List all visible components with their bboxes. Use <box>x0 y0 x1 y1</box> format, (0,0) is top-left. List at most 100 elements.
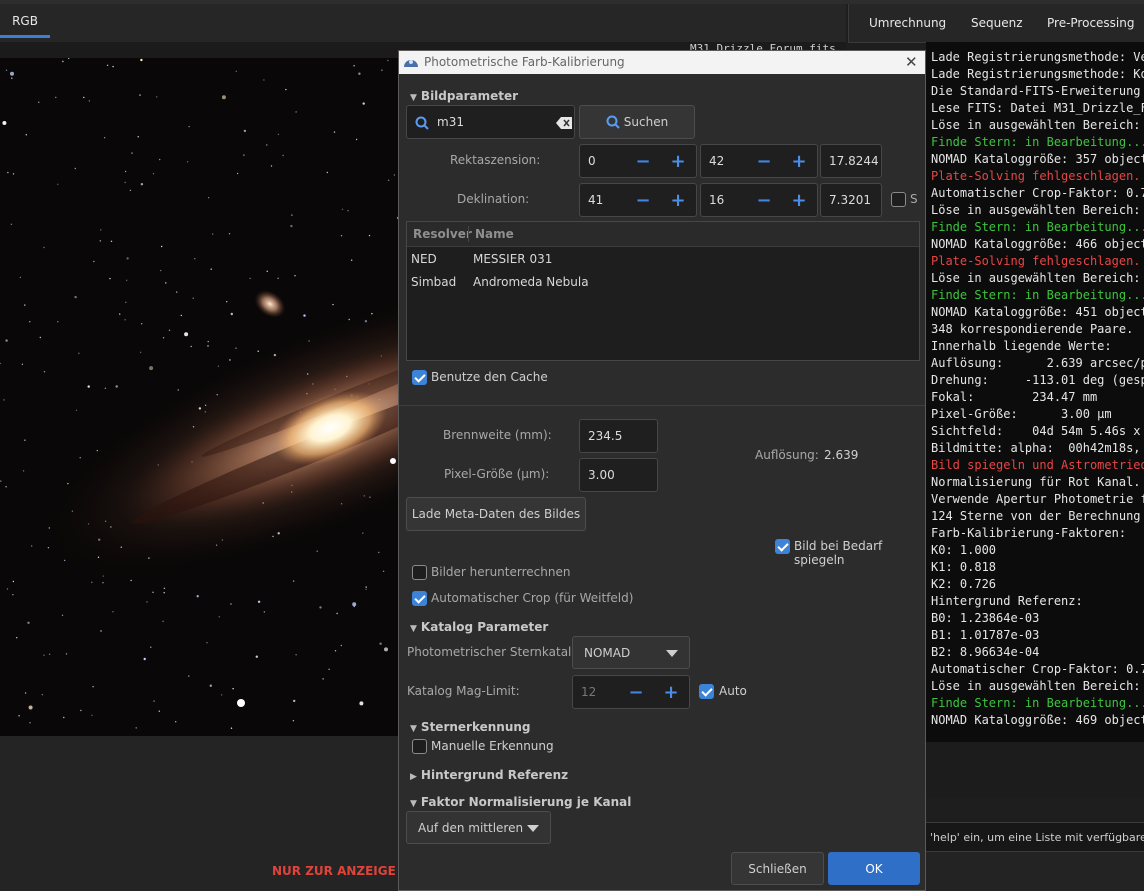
manual-detection-checkbox[interactable] <box>412 739 427 754</box>
dec-degrees-value: 41 <box>588 193 604 207</box>
search-button[interactable]: Suchen <box>579 105 695 139</box>
star <box>162 620 164 622</box>
name-cell: Andromeda Nebula <box>473 275 589 289</box>
minus-icon[interactable]: − <box>628 144 658 178</box>
star <box>368 234 371 237</box>
star <box>362 102 365 105</box>
section-catalog-label: Katalog Parameter <box>420 620 549 634</box>
mag-limit-spinbox[interactable]: 12 − + <box>572 675 690 709</box>
minus-icon[interactable]: − <box>628 183 658 217</box>
ra-hours-spinbox[interactable]: 0 − + <box>579 144 697 178</box>
star-catalog-select[interactable]: NOMAD <box>572 636 690 669</box>
minus-icon[interactable]: − <box>749 144 779 178</box>
log-console[interactable]: Lade Registrierungsmethode: Ver Lade Regi… <box>926 42 1144 742</box>
pixel-size-value: 3.00 <box>588 468 615 482</box>
star <box>2 121 7 125</box>
table-row[interactable]: Simbad Andromeda Nebula <box>407 272 919 294</box>
flip-image-checkbox[interactable] <box>775 539 790 554</box>
star <box>28 705 33 710</box>
section-star-detection[interactable]: ▼ Sternerkennung <box>410 720 531 734</box>
dialog-title: Photometrische Farb-Kalibrierung <box>424 55 625 69</box>
star <box>221 95 226 100</box>
star <box>130 579 132 582</box>
resolver-cell: NED <box>411 252 437 266</box>
plus-icon[interactable]: + <box>784 144 814 178</box>
name-cell: MESSIER 031 <box>473 252 553 266</box>
downscale-checkbox[interactable] <box>412 565 427 580</box>
console-line: 124 Sterne von der Berechnung a <box>931 509 1144 523</box>
section-background-reference[interactable]: ▶ Hintergrund Referenz <box>410 768 568 782</box>
star <box>192 297 194 299</box>
auto-mag-checkbox[interactable] <box>699 684 714 699</box>
star-catalog-value: NOMAD <box>584 645 631 660</box>
command-input[interactable]: 'help' ein, um eine Liste mit verfügbare… <box>926 822 1144 852</box>
star <box>277 133 280 136</box>
dialog-titlebar: Photometrische Farb-Kalibrierung ✕ <box>399 51 925 74</box>
star <box>384 647 388 652</box>
search-input[interactable]: m31 <box>406 105 575 139</box>
star <box>115 385 118 388</box>
close-icon[interactable]: ✕ <box>905 53 918 71</box>
resolver-table[interactable]: Resolver Name NED MESSIER 031 Simbad And… <box>406 221 920 361</box>
section-normalization[interactable]: ▼ Faktor Normalisierung je Kanal <box>410 795 631 809</box>
pixel-size-field[interactable]: 3.00 <box>579 458 658 492</box>
ra-hours-value: 0 <box>588 154 596 168</box>
minus-icon[interactable]: − <box>749 183 779 217</box>
normalization-select[interactable]: Auf den mittleren <box>406 811 551 844</box>
plus-icon[interactable]: + <box>663 144 693 178</box>
star <box>303 314 306 317</box>
ra-seconds-field[interactable]: 17.8244 <box>820 144 882 178</box>
star <box>209 684 212 687</box>
south-checkbox[interactable] <box>891 192 906 207</box>
tab-sequenz[interactable]: Sequenz <box>971 4 1023 42</box>
focal-length-field[interactable]: 234.5 <box>579 419 658 453</box>
console-line: B2: 8.96634e-04 <box>931 645 1040 659</box>
column-header-name[interactable]: Name <box>475 227 514 241</box>
minus-icon[interactable]: − <box>621 675 651 709</box>
console-line: K0: 1.000 <box>931 543 997 557</box>
star <box>355 138 358 141</box>
star <box>175 721 177 723</box>
table-row[interactable]: NED MESSIER 031 <box>407 249 919 271</box>
star <box>226 301 228 303</box>
star <box>332 303 334 306</box>
star <box>106 64 109 66</box>
column-header-resolver[interactable]: Resolver <box>413 227 472 241</box>
star <box>243 154 245 156</box>
clear-icon[interactable] <box>556 117 572 129</box>
tab-umrechnung[interactable]: Umrechnung <box>869 4 946 42</box>
load-metadata-button[interactable]: Lade Meta-Daten des Bildes <box>406 497 586 531</box>
star <box>257 600 261 603</box>
ok-button[interactable]: OK <box>828 852 920 885</box>
star <box>139 351 142 353</box>
autocrop-checkbox[interactable] <box>412 591 427 606</box>
tab-pre-processing[interactable]: Pre-Processing <box>1047 4 1135 42</box>
dec-seconds-field[interactable]: 7.3201 <box>820 183 882 217</box>
use-cache-checkbox[interactable] <box>412 370 427 385</box>
south-label: S <box>910 192 918 206</box>
star <box>176 291 178 293</box>
star <box>316 550 318 552</box>
console-line: Löse in ausgewählten Bereich: 7 <box>931 203 1144 217</box>
star <box>266 144 268 146</box>
section-bildparameter[interactable]: ▼ Bildparameter <box>410 89 518 103</box>
dec-degrees-spinbox[interactable]: 41 − + <box>579 183 697 217</box>
tab-rgb[interactable]: RGB <box>0 4 50 38</box>
star <box>119 313 121 315</box>
section-catalog[interactable]: ▼ Katalog Parameter <box>410 620 548 634</box>
star <box>365 586 367 588</box>
star <box>162 337 165 339</box>
star <box>235 70 237 72</box>
console-line: Finde Stern: in Bearbeitung... <box>931 135 1144 149</box>
plus-icon[interactable]: + <box>656 675 686 709</box>
close-button[interactable]: Schließen <box>731 852 824 885</box>
star <box>5 69 8 71</box>
star <box>340 235 343 237</box>
plus-icon[interactable]: + <box>663 183 693 217</box>
ra-minutes-spinbox[interactable]: 42 − + <box>700 144 818 178</box>
star <box>393 174 396 176</box>
dec-minutes-spinbox[interactable]: 16 − + <box>700 183 818 217</box>
plus-icon[interactable]: + <box>784 183 814 217</box>
star <box>104 387 107 389</box>
console-line: K1: 0.818 <box>931 560 997 574</box>
